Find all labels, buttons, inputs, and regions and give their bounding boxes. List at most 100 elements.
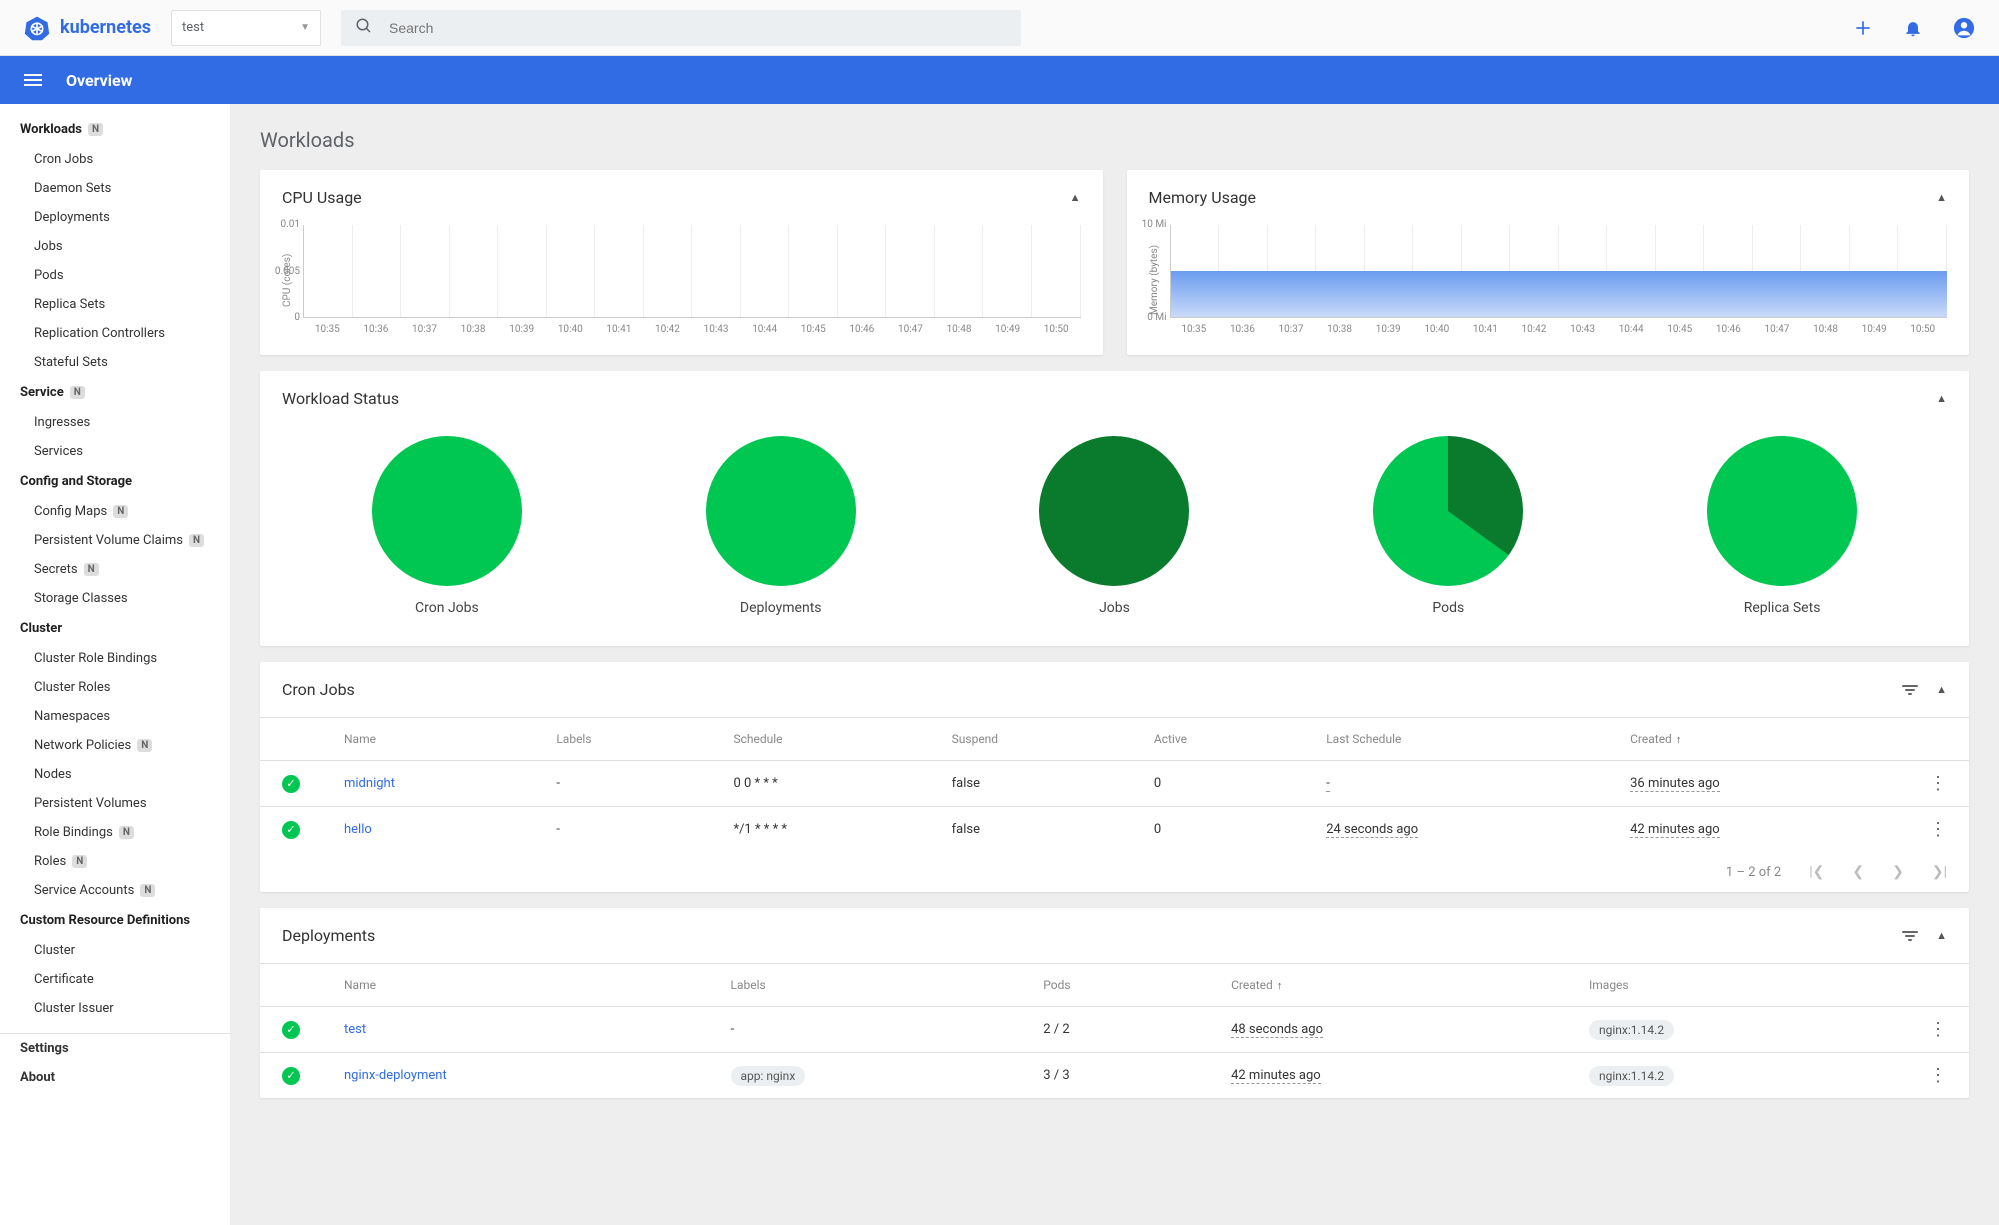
top-bar: kubernetes test ▼ bbox=[0, 0, 1999, 56]
sidebar-item[interactable]: RolesN bbox=[0, 847, 230, 876]
sidebar-item[interactable]: Cron Jobs bbox=[0, 145, 230, 174]
sidebar-section-title[interactable]: Cluster bbox=[0, 613, 230, 644]
kubernetes-logo-icon bbox=[24, 15, 50, 41]
namespace-badge: N bbox=[137, 739, 152, 752]
donut-label: Deployments bbox=[740, 600, 822, 616]
row-menu-icon[interactable]: ⋮ bbox=[1907, 761, 1969, 807]
status-donut: Cron Jobs bbox=[372, 436, 522, 616]
resource-link[interactable]: nginx-deployment bbox=[344, 1068, 447, 1083]
add-button[interactable] bbox=[1853, 18, 1873, 38]
sidebar-item[interactable]: Persistent Volume ClaimsN bbox=[0, 526, 230, 555]
brand[interactable]: kubernetes bbox=[24, 15, 151, 41]
collapse-icon[interactable]: ▲ bbox=[1936, 392, 1947, 405]
sidebar-footer-item[interactable]: Settings bbox=[0, 1034, 230, 1063]
collapse-icon[interactable]: ▲ bbox=[1936, 191, 1947, 204]
cell-pods: 2 / 2 bbox=[1021, 1007, 1209, 1053]
cell-last-schedule: 24 seconds ago bbox=[1326, 822, 1418, 838]
resource-link[interactable]: midnight bbox=[344, 776, 395, 791]
deployments-table: NameLabelsPodsCreated↑Images ✓ test - 2 … bbox=[260, 963, 1969, 1098]
menu-toggle-icon[interactable] bbox=[24, 74, 42, 86]
table-header[interactable]: Created↑ bbox=[1209, 964, 1567, 1007]
sidebar-item[interactable]: Daemon Sets bbox=[0, 174, 230, 203]
pager-first-icon[interactable]: |❮ bbox=[1809, 864, 1824, 880]
sidebar-section-title[interactable]: Custom Resource Definitions bbox=[0, 905, 230, 936]
table-header[interactable]: Pods bbox=[1021, 964, 1209, 1007]
resource-link[interactable]: test bbox=[344, 1022, 366, 1037]
row-menu-icon[interactable]: ⋮ bbox=[1907, 1007, 1969, 1053]
sidebar-section-title[interactable]: WorkloadsN bbox=[0, 114, 230, 145]
sidebar-section-title[interactable]: ServiceN bbox=[0, 377, 230, 408]
sidebar-item[interactable]: Config MapsN bbox=[0, 497, 230, 526]
chart-title: Memory Usage bbox=[1149, 188, 1257, 207]
notifications-icon[interactable] bbox=[1903, 18, 1923, 38]
search-box[interactable] bbox=[341, 10, 1021, 46]
namespace-select[interactable]: test ▼ bbox=[171, 10, 321, 46]
filter-icon[interactable] bbox=[1902, 685, 1918, 695]
table-header[interactable]: Labels bbox=[534, 718, 711, 761]
collapse-icon[interactable]: ▲ bbox=[1936, 929, 1947, 942]
sidebar-item[interactable]: Storage Classes bbox=[0, 584, 230, 613]
sort-asc-icon: ↑ bbox=[1277, 979, 1283, 992]
cell-schedule: */1 * * * * bbox=[711, 807, 929, 853]
success-check-icon: ✓ bbox=[282, 821, 300, 839]
table-header[interactable]: Last Schedule bbox=[1304, 718, 1608, 761]
sidebar-section-title[interactable]: Config and Storage bbox=[0, 466, 230, 497]
sidebar-item[interactable]: Namespaces bbox=[0, 702, 230, 731]
table-header[interactable]: Schedule bbox=[711, 718, 929, 761]
caret-down-icon: ▼ bbox=[300, 22, 310, 33]
deployments-card: Deployments ▲ NameLabelsPodsCreated↑Imag… bbox=[260, 908, 1969, 1098]
pager-prev-icon[interactable]: ❮ bbox=[1852, 864, 1864, 880]
search-icon bbox=[355, 17, 373, 39]
sidebar-item[interactable]: Replication Controllers bbox=[0, 319, 230, 348]
sidebar-item[interactable]: Pods bbox=[0, 261, 230, 290]
sidebar-item[interactable]: Cluster Issuer bbox=[0, 994, 230, 1023]
account-icon[interactable] bbox=[1953, 17, 1975, 39]
namespace-badge: N bbox=[113, 505, 128, 518]
pager-last-icon[interactable]: ❯| bbox=[1932, 864, 1947, 880]
sidebar-item[interactable]: SecretsN bbox=[0, 555, 230, 584]
table-header[interactable]: Suspend bbox=[930, 718, 1132, 761]
sidebar-item[interactable]: Deployments bbox=[0, 203, 230, 232]
cell-created: 36 minutes ago bbox=[1630, 776, 1720, 792]
table-row: ✓ nginx-deployment app: nginx 3 / 3 42 m… bbox=[260, 1053, 1969, 1099]
cell-schedule: 0 0 * * * bbox=[711, 761, 929, 807]
sidebar-item[interactable]: Service AccountsN bbox=[0, 876, 230, 905]
table-header[interactable]: Name bbox=[322, 964, 709, 1007]
chart-title: CPU Usage bbox=[282, 188, 362, 207]
cell-suspend: false bbox=[930, 807, 1132, 853]
memory-usage-card: Memory Usage▲Memory (bytes)10 Mi0 Mi10:3… bbox=[1127, 170, 1970, 355]
main-content: Workloads CPU Usage▲CPU (cores)0.010.005… bbox=[230, 104, 1999, 1225]
pager-next-icon[interactable]: ❯ bbox=[1892, 864, 1904, 880]
table-header[interactable]: Active bbox=[1132, 718, 1304, 761]
namespace-badge: N bbox=[72, 855, 87, 868]
table-header[interactable]: Created↑ bbox=[1608, 718, 1907, 761]
sidebar-item[interactable]: Certificate bbox=[0, 965, 230, 994]
collapse-icon[interactable]: ▲ bbox=[1936, 683, 1947, 696]
filter-icon[interactable] bbox=[1902, 931, 1918, 941]
donut-label: Jobs bbox=[1099, 600, 1130, 616]
sidebar-item[interactable]: Stateful Sets bbox=[0, 348, 230, 377]
resource-link[interactable]: hello bbox=[344, 822, 372, 837]
sidebar-item[interactable]: Jobs bbox=[0, 232, 230, 261]
sidebar-item[interactable]: Cluster Roles bbox=[0, 673, 230, 702]
cell-created: 48 seconds ago bbox=[1231, 1022, 1323, 1038]
table-header[interactable]: Labels bbox=[709, 964, 1022, 1007]
sidebar-item[interactable]: Network PoliciesN bbox=[0, 731, 230, 760]
table-header[interactable]: Name bbox=[322, 718, 534, 761]
collapse-icon[interactable]: ▲ bbox=[1070, 191, 1081, 204]
page-header-title: Overview bbox=[66, 71, 132, 90]
namespace-badge: N bbox=[70, 386, 85, 399]
search-input[interactable] bbox=[387, 19, 1007, 37]
sidebar-item[interactable]: Cluster Role Bindings bbox=[0, 644, 230, 673]
table-header[interactable]: Images bbox=[1567, 964, 1907, 1007]
sidebar-item[interactable]: Replica Sets bbox=[0, 290, 230, 319]
sidebar-item[interactable]: Services bbox=[0, 437, 230, 466]
sidebar-item[interactable]: Role BindingsN bbox=[0, 818, 230, 847]
sidebar-footer-item[interactable]: About bbox=[0, 1063, 230, 1092]
sidebar-item[interactable]: Nodes bbox=[0, 760, 230, 789]
sidebar-item[interactable]: Ingresses bbox=[0, 408, 230, 437]
sidebar-item[interactable]: Persistent Volumes bbox=[0, 789, 230, 818]
row-menu-icon[interactable]: ⋮ bbox=[1907, 807, 1969, 853]
row-menu-icon[interactable]: ⋮ bbox=[1907, 1053, 1969, 1099]
sidebar-item[interactable]: Cluster bbox=[0, 936, 230, 965]
